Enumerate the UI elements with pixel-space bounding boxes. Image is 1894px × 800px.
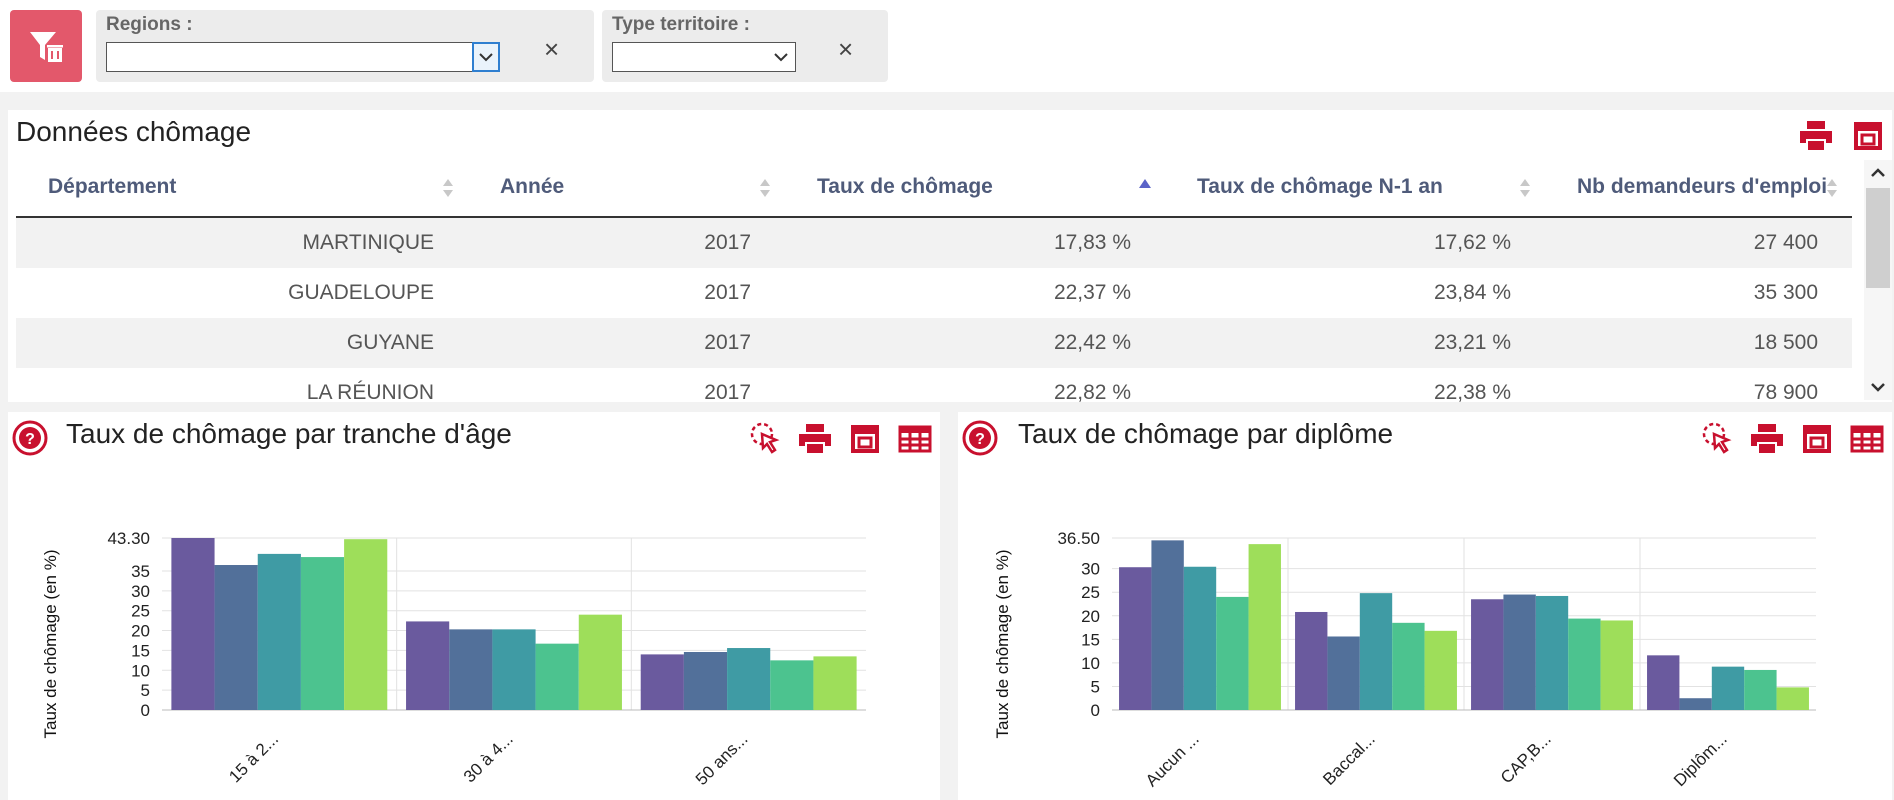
cell-taux: 22,82 % (1053, 381, 1131, 404)
scroll-up-icon[interactable] (1870, 168, 1886, 178)
help-icon[interactable]: ? (12, 420, 48, 456)
cell-nb-demandeurs: 78 900 (1753, 381, 1818, 404)
cell-nb-demandeurs: 18 500 (1545, 318, 1852, 368)
maximize-icon[interactable] (848, 422, 882, 456)
cell-annee: 2017 (468, 318, 785, 368)
table-header-row: Département Année Taux de chômage Taux d… (16, 158, 1852, 218)
cell-taux-n1: 23,21 % (1165, 318, 1545, 368)
print-icon[interactable] (796, 422, 834, 456)
sort-ascending-icon[interactable] (1139, 176, 1151, 200)
print-icon[interactable] (1796, 118, 1836, 154)
cell-taux: 22,37 % (1053, 281, 1131, 304)
type-territoire-select[interactable] (612, 42, 796, 72)
sort-icon[interactable] (1519, 176, 1531, 200)
regions-clear-icon[interactable]: × (544, 36, 559, 62)
cell-nb-demandeurs: 35 300 (1753, 281, 1818, 304)
type-territoire-label: Type territoire : (612, 14, 750, 35)
table-row[interactable]: GUADELOUPE 2017 22,37 % 23,84 % 35 300 (16, 268, 1852, 318)
column-header-departement[interactable]: Département (16, 158, 468, 218)
column-header-annee[interactable]: Année (468, 158, 785, 218)
column-header-taux-chomage-n1[interactable]: Taux de chômage N-1 an (1165, 158, 1545, 218)
table-panel-title: Données chômage (16, 116, 252, 147)
table-row[interactable]: LA RÉUNION 2017 22,82 % 22,38 % 78 900 (16, 368, 1852, 418)
table-view-icon[interactable] (1848, 422, 1886, 456)
select-cursor-icon[interactable] (1698, 420, 1734, 456)
sort-icon[interactable] (1826, 176, 1838, 200)
cell-departement: LA RÉUNION (306, 381, 434, 404)
age-chart-title: Taux de chômage par tranche d'âge (66, 418, 512, 449)
cell-departement: GUADELOUPE (288, 281, 434, 304)
type-territoire-clear-icon[interactable]: × (838, 36, 853, 62)
chevron-down-icon[interactable] (767, 43, 795, 71)
cell-taux-n1: 17,62 % (1165, 217, 1545, 268)
regions-label: Regions : (106, 14, 193, 35)
sort-icon[interactable] (442, 176, 454, 200)
cell-nb-demandeurs: 27 400 (1545, 217, 1852, 268)
select-cursor-icon[interactable] (746, 420, 782, 456)
cell-annee: 2017 (468, 217, 785, 268)
type-territoire-filter: Type territoire : × (602, 10, 888, 82)
cell-departement: MARTINIQUE (16, 217, 468, 268)
svg-text:?: ? (25, 431, 35, 448)
cell-taux-n1: 22,38 % (1433, 381, 1511, 404)
scrollbar-thumb[interactable] (1866, 188, 1890, 288)
dropdown-arrow-icon[interactable] (472, 42, 500, 72)
cell-taux: 22,42 % (785, 318, 1165, 368)
regions-filter: Regions : × (96, 10, 594, 82)
diploma-chart-title: Taux de chômage par diplôme (1018, 418, 1394, 449)
unemployment-table: Département Année Taux de chômage Taux d… (16, 158, 1852, 418)
sort-icon[interactable] (759, 176, 771, 200)
table-view-icon[interactable] (896, 422, 934, 456)
print-icon[interactable] (1748, 422, 1786, 456)
cell-taux-n1: 23,84 % (1433, 281, 1511, 304)
table-row[interactable]: GUYANE 2017 22,42 % 23,21 % 18 500 (16, 318, 1852, 368)
filter-bar: Regions : × Type territoire : × (0, 0, 1894, 92)
cell-departement: GUYANE (16, 318, 468, 368)
column-header-nb-demandeurs[interactable]: Nb demandeurs d'emploi (1545, 158, 1852, 218)
clear-filters-button[interactable] (10, 10, 82, 82)
svg-text:?: ? (975, 431, 985, 448)
maximize-icon[interactable] (1850, 118, 1886, 154)
age-chart-panel (8, 412, 940, 800)
filter-clear-icon (30, 32, 63, 62)
cell-taux: 17,83 % (785, 217, 1165, 268)
table-row[interactable]: MARTINIQUE 2017 17,83 % 17,62 % 27 400 (16, 217, 1852, 268)
diploma-chart-panel (958, 412, 1892, 800)
scroll-down-icon[interactable] (1870, 382, 1886, 392)
cell-annee: 2017 (704, 381, 751, 404)
cell-annee: 2017 (704, 281, 751, 304)
column-header-taux-chomage[interactable]: Taux de chômage (785, 158, 1165, 218)
help-icon[interactable]: ? (962, 420, 998, 456)
regions-select[interactable] (106, 42, 500, 72)
maximize-icon[interactable] (1800, 422, 1834, 456)
